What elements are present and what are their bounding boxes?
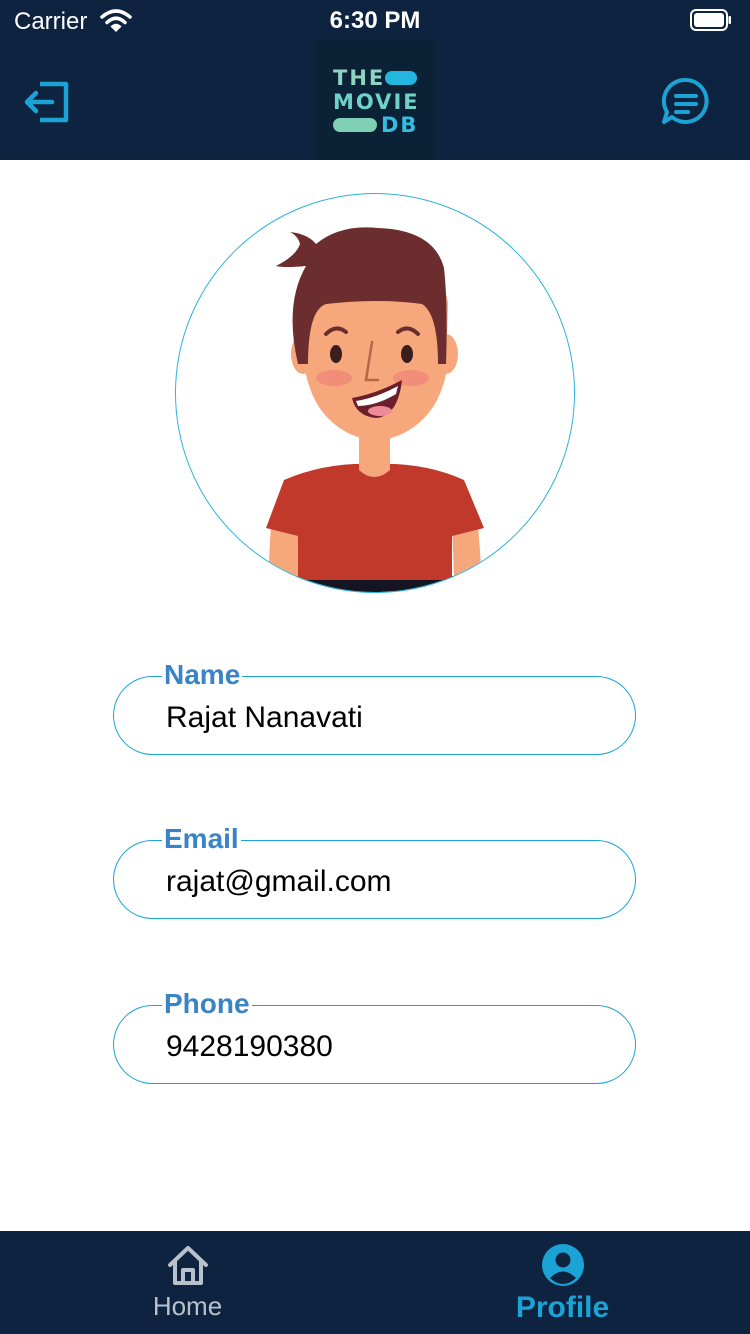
logo-pill-bottom: [333, 118, 377, 132]
home-icon: [168, 1246, 208, 1285]
tab-profile-label: Profile: [515, 1291, 610, 1324]
email-value[interactable]: rajat@gmail.com: [166, 865, 586, 899]
name-value[interactable]: Rajat Nanavati: [166, 701, 586, 735]
tab-home-label: Home: [152, 1291, 223, 1321]
profile-avatar[interactable]: [175, 193, 575, 593]
phone-label: Phone: [162, 986, 252, 1022]
person-icon: [542, 1244, 584, 1286]
logo-line-db: DB: [381, 113, 419, 137]
tab-home[interactable]: Home: [0, 1231, 375, 1334]
name-label: Name: [162, 657, 243, 693]
logo-line-movie: MOVIE: [333, 90, 420, 114]
tab-profile[interactable]: Profile: [375, 1231, 750, 1334]
email-field[interactable]: Email rajat@gmail.com: [113, 821, 636, 919]
battery-icon: [690, 9, 731, 31]
phone-value[interactable]: 9428190380: [166, 1030, 586, 1064]
tmdb-logo: THE MOVIE DB: [315, 40, 435, 160]
clock: 6:30 PM: [329, 7, 421, 34]
email-label: Email: [162, 821, 241, 857]
chat-icon[interactable]: [658, 74, 714, 130]
status-bar: Carrier 6:30 PM: [0, 0, 750, 40]
logout-icon[interactable]: [20, 76, 72, 128]
avatar-illustration: [266, 227, 486, 592]
name-field[interactable]: Name Rajat Nanavati: [113, 657, 636, 755]
logo-line-the: THE: [333, 66, 386, 90]
nav-bar: THE MOVIE DB: [0, 40, 750, 160]
tab-bar: Home Profile: [0, 1231, 750, 1334]
phone-field[interactable]: Phone 9428190380: [113, 986, 636, 1084]
logo-pill-top: [385, 71, 417, 85]
